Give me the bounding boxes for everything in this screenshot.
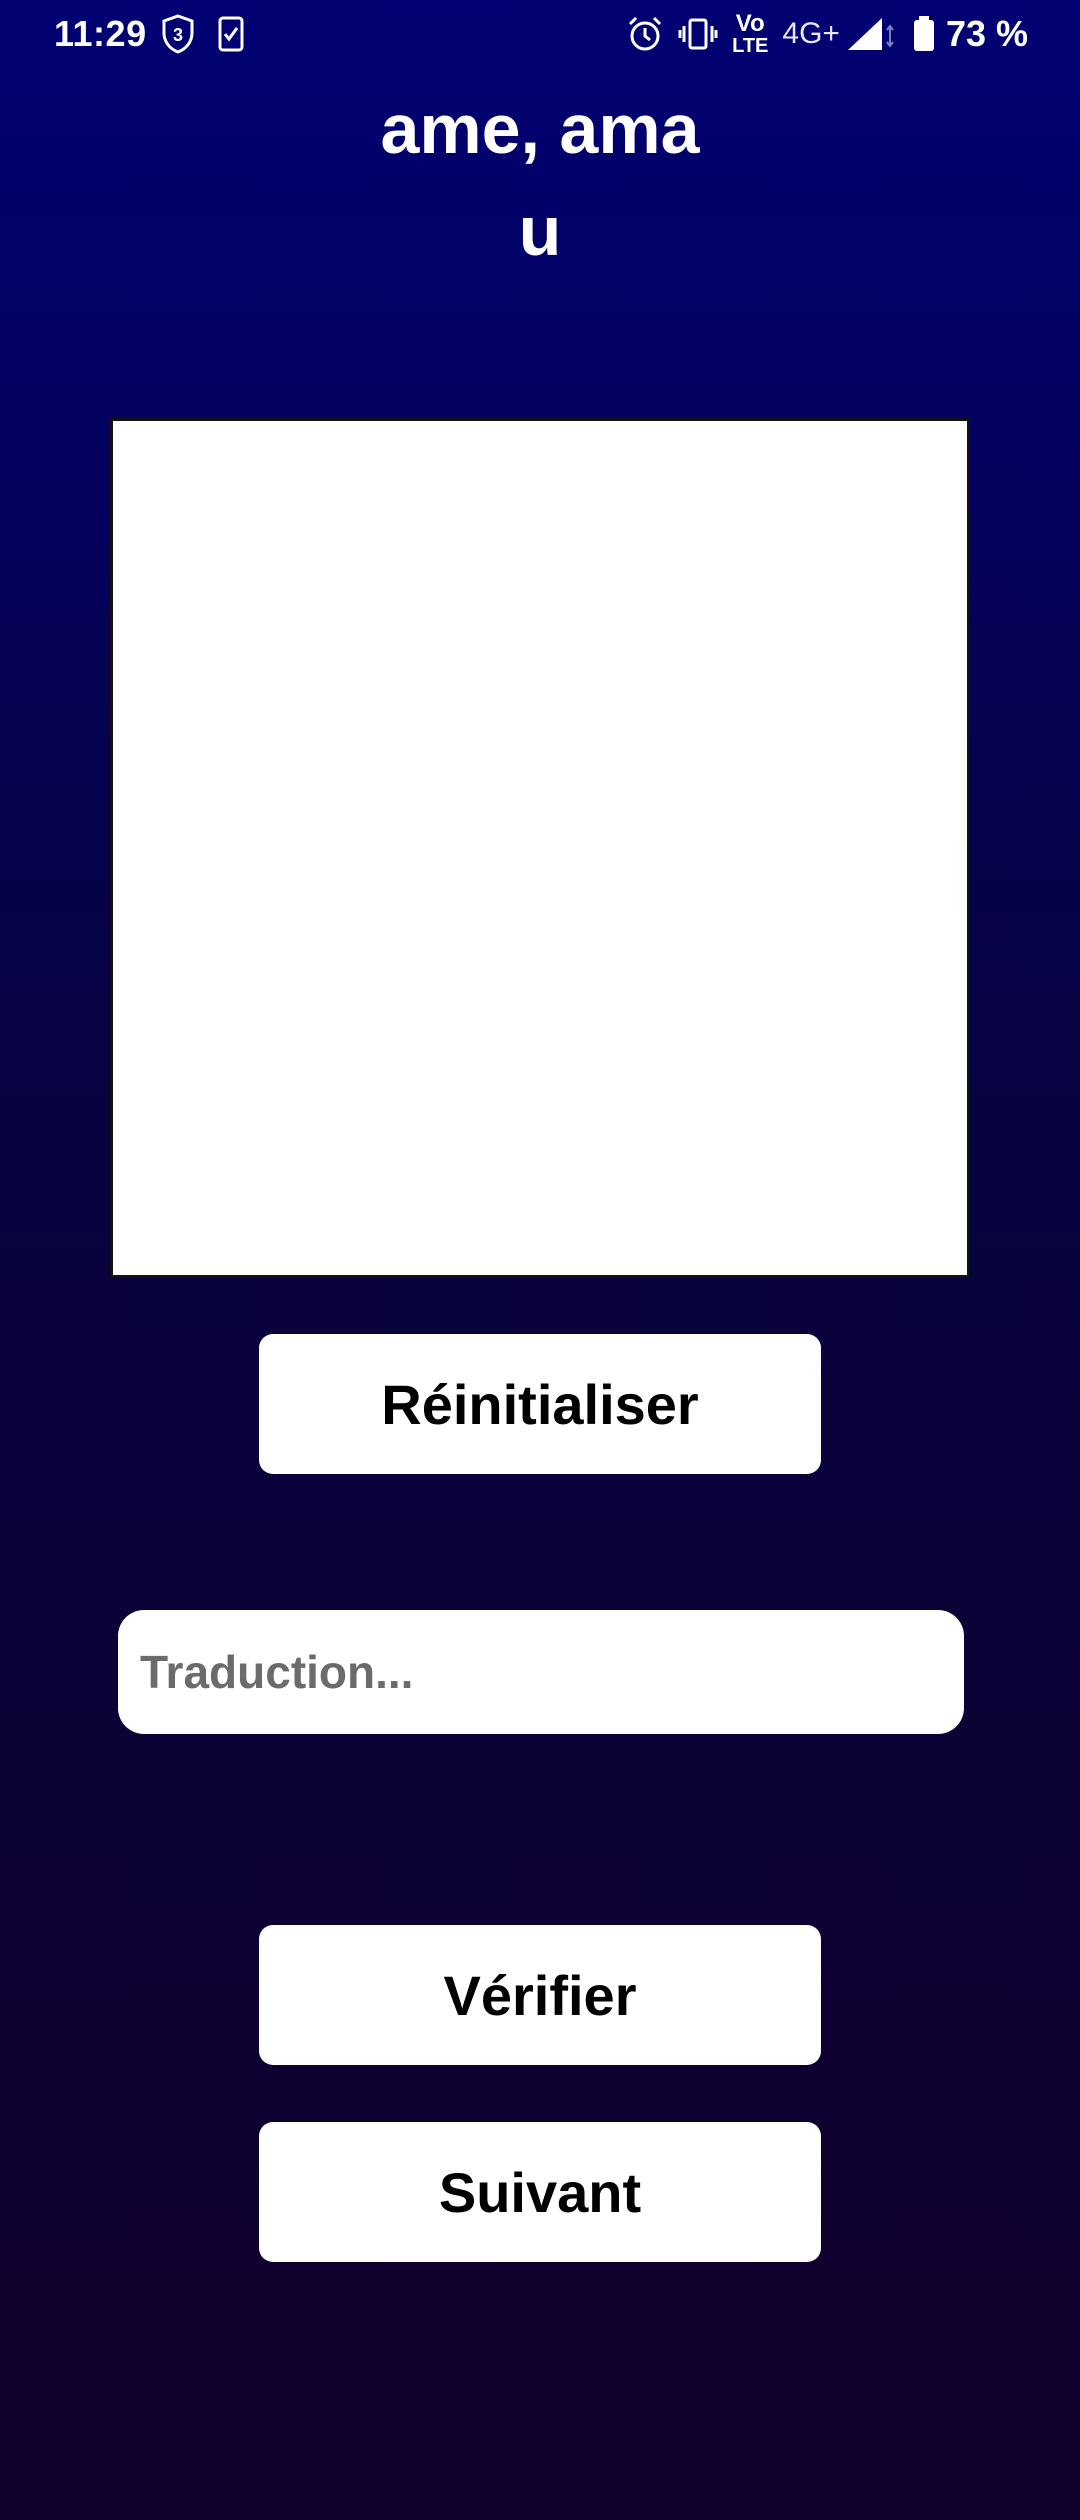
battery-percent: 73 % (945, 13, 1028, 54)
shield-badge-icon: 3 (161, 14, 195, 54)
status-left: 11:29 3 (54, 13, 245, 55)
volte-label: Vo (735, 10, 765, 37)
drawing-canvas[interactable] (110, 418, 970, 1278)
verify-button[interactable]: Vérifier (259, 1925, 821, 2065)
alarm-icon (626, 15, 664, 53)
status-bar: 11:29 3 Vo LTE 4G+ 73 % (0, 0, 1080, 68)
task-check-icon (217, 15, 245, 53)
translation-input[interactable] (118, 1610, 964, 1734)
status-right: Vo LTE 4G+ 73 % (612, 12, 1028, 56)
signal-icon (846, 16, 898, 52)
status-time: 11:29 (54, 13, 147, 54)
lte-label: LTE (732, 35, 769, 57)
battery-icon (912, 15, 936, 53)
word-line-1: ame, ama (380, 90, 700, 168)
vibrate-icon (678, 16, 718, 52)
word-title: ame, ama u (240, 78, 840, 282)
network-type: 4G+ (782, 17, 840, 50)
word-line-2: u (518, 192, 562, 270)
next-button[interactable]: Suivant (259, 2122, 821, 2262)
volte-icon: Vo LTE (732, 10, 769, 57)
reset-button[interactable]: Réinitialiser (259, 1334, 821, 1474)
notification-count: 3 (173, 25, 183, 45)
